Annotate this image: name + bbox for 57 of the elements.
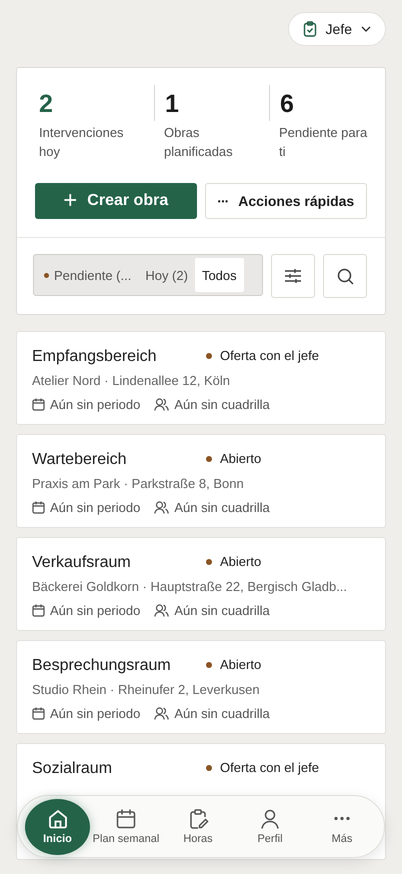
role-menu-button[interactable]: Jefe <box>288 12 386 46</box>
filter-tab[interactable]: Pendiente (... <box>37 258 138 292</box>
people-icon <box>154 398 170 411</box>
job-title: Verkaufsraum <box>32 553 132 572</box>
calendar-icon <box>32 707 45 720</box>
person-icon <box>259 808 281 830</box>
calendar-icon <box>32 604 45 617</box>
stat-value: 6 <box>269 85 377 121</box>
calendar-icon <box>32 501 45 514</box>
status-label: Abierto <box>220 657 262 672</box>
job-address: Studio Rhein · Rheinufer 2, Leverkusen <box>32 682 261 697</box>
nav-tab[interactable]: Inicio <box>25 798 90 854</box>
stat-label: Intervenciones hoy <box>39 124 125 161</box>
period-label: Aún sin periodo <box>50 603 140 618</box>
job-title: Sozialraum <box>32 759 114 778</box>
home-icon <box>46 808 68 830</box>
more-icon <box>333 816 351 821</box>
people-icon <box>154 604 170 617</box>
crew-label: Aún sin cuadrilla <box>174 500 270 515</box>
create-button[interactable]: + Crear obra <box>35 183 196 219</box>
nav-tab[interactable]: Horas <box>162 798 234 854</box>
job-address: Atelier Nord · Lindenallee 12, Köln <box>32 373 232 388</box>
calendar-icon <box>115 808 137 830</box>
period-label: Aún sin periodo <box>50 397 140 412</box>
period-label: Aún sin periodo <box>50 706 140 721</box>
crew-label: Aún sin cuadrilla <box>174 397 270 412</box>
status-label: Abierto <box>220 451 262 466</box>
people-icon <box>154 707 170 720</box>
job-title: Empfangsbereich <box>32 347 158 366</box>
stat-label: Pendiente para ti <box>279 124 368 161</box>
stat-value: 2 <box>39 89 54 120</box>
calendar-icon <box>32 398 45 411</box>
job-address: Bäckerei Goldkorn · Hauptstraße 22, Bergisch Gladb... <box>32 579 348 594</box>
filter-tab[interactable]: Todos <box>194 258 244 292</box>
job-address: Praxis am Park · Parkstraße 8, Bonn <box>32 476 245 491</box>
filter-button[interactable] <box>271 254 315 298</box>
job-title: Besprechungsraum <box>32 656 172 675</box>
status-label: Abierto <box>220 554 262 569</box>
search-button[interactable] <box>323 254 367 298</box>
clipboard-check-icon <box>302 21 317 37</box>
crew-label: Aún sin cuadrilla <box>174 603 270 618</box>
period-label: Aún sin periodo <box>50 500 140 515</box>
quick-actions-button[interactable]: ··· Acciones rápidas <box>204 183 367 219</box>
chevron-down-icon <box>361 26 371 32</box>
stat-value: 1 <box>154 85 261 121</box>
crew-label: Aún sin cuadrilla <box>174 706 270 721</box>
search-icon <box>336 268 354 284</box>
job-title: Wartebereich <box>32 450 128 469</box>
status-label: Oferta con el jefe <box>220 348 319 363</box>
status-label: Oferta con el jefe <box>220 760 319 775</box>
nav-tab[interactable]: Perfil <box>234 798 306 854</box>
nav-tab[interactable]: Más <box>306 798 378 854</box>
nav-tab[interactable]: Plan semanal <box>90 798 162 854</box>
people-icon <box>154 501 170 514</box>
filter-tab[interactable]: Hoy (2) <box>138 258 195 292</box>
filter-sliders-icon <box>284 268 302 284</box>
stat-label: Obras planificadas <box>164 124 234 161</box>
